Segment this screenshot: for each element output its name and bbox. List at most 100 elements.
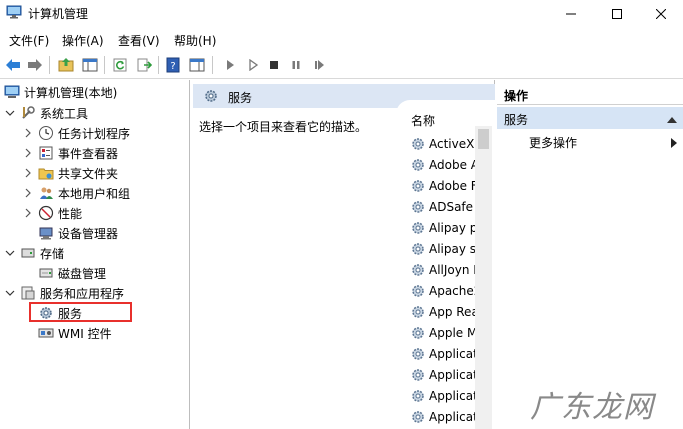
gear-icon xyxy=(410,367,426,383)
storage-icon xyxy=(20,245,36,261)
forward-button[interactable] xyxy=(25,55,45,75)
tree-item-wmi-control[interactable]: WMI 控件 xyxy=(38,323,112,343)
tree-item-shared-folders[interactable]: 共享文件夹 xyxy=(22,163,118,183)
chevron-right-icon[interactable] xyxy=(22,207,34,219)
service-name: Alipay s xyxy=(429,242,477,256)
close-icon xyxy=(656,8,666,19)
tree-root[interactable]: 计算机管理(本地) xyxy=(4,82,117,102)
service-name: Applicat xyxy=(429,347,478,361)
start-service-button[interactable] xyxy=(220,55,240,75)
highlight-box xyxy=(29,302,132,322)
minimize-button[interactable] xyxy=(548,0,594,27)
show-hide-tree-button[interactable] xyxy=(80,55,100,75)
up-folder-button[interactable] xyxy=(56,55,76,75)
tree-item-local-users[interactable]: 本地用户和组 xyxy=(22,183,130,203)
service-name: ADSafe xyxy=(429,200,474,214)
service-row[interactable]: Applicat xyxy=(410,344,480,364)
service-row[interactable]: Alipay s xyxy=(410,239,480,259)
pause-icon xyxy=(292,61,300,69)
services-header-title: 服务 xyxy=(228,91,253,105)
actions-pane: 操作 服务 更多操作 xyxy=(497,80,683,429)
service-row[interactable]: Adobe A xyxy=(410,155,480,175)
service-row[interactable]: ADSafe xyxy=(410,197,480,217)
services-apps-icon xyxy=(20,285,36,301)
up-folder-icon xyxy=(58,58,74,72)
back-button[interactable] xyxy=(3,55,23,75)
disk-icon xyxy=(38,265,54,281)
computer-management-icon xyxy=(6,5,22,19)
service-row[interactable]: Apache2 xyxy=(410,281,480,301)
tree-item-storage[interactable]: 存储 xyxy=(4,243,64,263)
chevron-down-icon[interactable] xyxy=(4,287,16,299)
service-name: Applicat xyxy=(429,368,478,382)
tree-item-system-tools[interactable]: 系统工具 xyxy=(4,103,88,123)
shared-folder-icon xyxy=(38,165,54,181)
gear-icon xyxy=(410,388,426,404)
show-hide-tree-icon xyxy=(82,58,98,72)
help-button[interactable]: ? xyxy=(163,55,183,75)
service-row[interactable]: Applicat xyxy=(410,365,480,385)
menu-view[interactable]: 查看(V) xyxy=(118,32,160,49)
refresh-button[interactable] xyxy=(110,55,130,75)
menu-help[interactable]: 帮助(H) xyxy=(174,32,216,49)
export-list-icon xyxy=(137,58,152,72)
restart-service-button[interactable] xyxy=(309,55,329,75)
gear-icon xyxy=(203,88,219,107)
service-row[interactable]: AllJoyn I xyxy=(410,260,480,280)
service-row[interactable]: ActiveX xyxy=(410,134,480,154)
chevron-right-icon[interactable] xyxy=(22,147,34,159)
export-list-button[interactable] xyxy=(134,55,154,75)
tree-item-disk-management[interactable]: 磁盘管理 xyxy=(38,263,106,283)
service-row[interactable]: Adobe F xyxy=(410,176,480,196)
service-row[interactable]: Apple M xyxy=(410,323,480,343)
maximize-icon xyxy=(612,8,622,19)
service-row[interactable]: Applicat xyxy=(410,386,480,406)
actions-section-services[interactable]: 服务 xyxy=(497,107,683,129)
gear-icon xyxy=(410,136,426,152)
chevron-down-icon[interactable] xyxy=(4,247,16,259)
start-alt-service-button[interactable] xyxy=(243,55,263,75)
scrollbar-thumb[interactable] xyxy=(478,129,489,149)
more-actions-item[interactable]: 更多操作 xyxy=(529,134,577,151)
tree-item-services-and-apps[interactable]: 服务和应用程序 xyxy=(4,283,124,303)
vertical-scrollbar[interactable] xyxy=(475,126,492,429)
service-row[interactable]: Alipay p xyxy=(410,218,480,238)
window-title: 计算机管理 xyxy=(28,7,89,21)
show-hide-action-pane-button[interactable] xyxy=(187,55,207,75)
stop-service-button[interactable] xyxy=(264,55,284,75)
maximize-button[interactable] xyxy=(594,0,640,27)
menu-action[interactable]: 操作(A) xyxy=(62,32,104,49)
tools-icon xyxy=(20,105,36,121)
gear-icon xyxy=(410,325,426,341)
tree-item-performance[interactable]: 性能 xyxy=(22,203,82,223)
help-icon: ? xyxy=(166,57,180,73)
tree-item-task-scheduler[interactable]: 任务计划程序 xyxy=(22,123,130,143)
tree-root-label: 计算机管理(本地) xyxy=(24,85,118,100)
title-bar: 计算机管理 xyxy=(0,0,683,27)
service-name: Applicat xyxy=(429,410,478,424)
service-name: Adobe A xyxy=(429,158,479,172)
chevron-right-icon[interactable] xyxy=(22,167,34,179)
chevron-right-icon[interactable] xyxy=(22,127,34,139)
tree-item-event-viewer[interactable]: 事件查看器 xyxy=(22,143,118,163)
gear-icon xyxy=(410,262,426,278)
start-alt-icon xyxy=(249,59,259,71)
menu-file[interactable]: 文件(F) xyxy=(9,32,49,49)
service-row[interactable]: Applicat xyxy=(410,407,480,427)
refresh-icon xyxy=(113,58,127,72)
gear-icon xyxy=(410,304,426,320)
minimize-icon xyxy=(566,13,576,14)
tree-item-device-manager[interactable]: 设备管理器 xyxy=(38,223,118,243)
service-row[interactable]: App Rea xyxy=(410,302,480,322)
close-button[interactable] xyxy=(638,0,683,27)
menu-bar: 文件(F) 操作(A) 查看(V) 帮助(H) xyxy=(0,28,683,50)
gear-icon xyxy=(410,178,426,194)
pause-service-button[interactable] xyxy=(286,55,306,75)
submenu-arrow-icon[interactable] xyxy=(671,137,677,151)
chevron-down-icon[interactable] xyxy=(4,107,16,119)
collapse-up-icon[interactable] xyxy=(667,113,677,127)
forward-arrow-icon xyxy=(28,59,42,71)
column-header-name[interactable]: 名称 xyxy=(411,112,435,129)
chevron-right-icon[interactable] xyxy=(22,187,34,199)
service-name: Alipay p xyxy=(429,221,478,235)
